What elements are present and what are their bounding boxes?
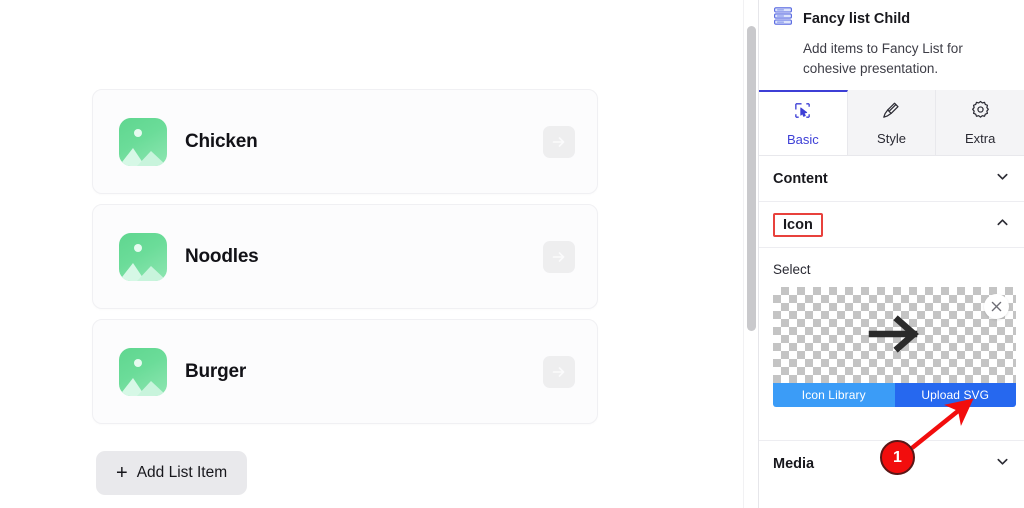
list-item[interactable]: Chicken <box>92 89 598 194</box>
gear-icon <box>971 100 990 124</box>
panel-description: Add items to Fancy List for cohesive pre… <box>803 41 963 76</box>
settings-panel: Fancy list Child Add items to Fancy List… <box>758 0 1024 508</box>
close-icon[interactable] <box>984 294 1009 320</box>
mountain-shape <box>119 147 167 166</box>
arrow-right-icon[interactable] <box>543 240 575 273</box>
list-item-title: Burger <box>185 360 247 382</box>
fancy-list: Chicken Noodles Burger <box>92 89 598 434</box>
arrow-right-icon <box>773 287 1016 381</box>
icon-preview[interactable]: Icon Library Upload SVG <box>773 287 1016 408</box>
vertical-scrollbar-track[interactable] <box>743 0 758 508</box>
section-icon[interactable]: Icon <box>759 202 1024 249</box>
list-item-title: Noodles <box>185 245 259 267</box>
list-item[interactable]: Noodles <box>92 204 598 309</box>
chevron-down-icon[interactable] <box>995 454 1010 474</box>
section-media-label: Media <box>773 455 815 472</box>
app-root: Chicken Noodles Burger + Add List Item F… <box>0 0 1024 508</box>
tab-extra-label: Extra <box>965 130 996 146</box>
section-media[interactable]: Media <box>759 440 1024 486</box>
image-placeholder-icon <box>119 117 167 166</box>
list-item[interactable]: Burger <box>92 319 598 424</box>
mountain-shape <box>119 262 167 281</box>
chevron-down-icon[interactable] <box>995 169 1010 189</box>
panel-header: Fancy list Child Add items to Fancy List… <box>759 0 1024 90</box>
icon-library-button[interactable]: Icon Library <box>773 383 895 408</box>
editor-canvas: Chicken Noodles Burger + Add List Item <box>0 0 758 508</box>
select-label: Select <box>773 262 811 278</box>
list-stack-icon <box>773 6 793 31</box>
arrow-right-icon[interactable] <box>543 125 575 158</box>
chevron-up-icon[interactable] <box>995 215 1010 235</box>
plus-icon: + <box>116 462 128 484</box>
tab-extra[interactable]: Extra <box>936 90 1024 156</box>
cursor-select-icon <box>793 101 812 125</box>
list-item-title: Chicken <box>185 130 258 152</box>
tab-basic-label: Basic <box>786 131 819 147</box>
icon-section-body: Select Icon Library Upload SVG <box>759 248 1024 408</box>
tab-style[interactable]: Style <box>847 90 937 156</box>
add-list-item-button[interactable]: + Add List Item <box>96 451 248 495</box>
image-placeholder-icon <box>119 232 167 281</box>
vertical-scrollbar-thumb[interactable] <box>747 26 756 331</box>
panel-title: Fancy list Child <box>803 10 911 27</box>
paint-brush-icon <box>882 100 901 124</box>
panel-tabs: Basic Style Extra <box>759 90 1024 157</box>
tab-basic[interactable]: Basic <box>759 90 848 156</box>
image-placeholder-icon <box>119 347 167 396</box>
section-content-label: Content <box>773 170 828 187</box>
add-list-item-label: Add List Item <box>136 464 228 481</box>
arrow-right-icon[interactable] <box>543 355 575 388</box>
tab-style-label: Style <box>877 130 906 146</box>
upload-svg-button[interactable]: Upload SVG <box>894 383 1016 408</box>
icon-preview-buttons: Icon Library Upload SVG <box>773 383 1016 408</box>
mountain-shape <box>119 377 167 396</box>
section-content[interactable]: Content <box>759 156 1024 203</box>
section-icon-label: Icon <box>773 212 823 237</box>
